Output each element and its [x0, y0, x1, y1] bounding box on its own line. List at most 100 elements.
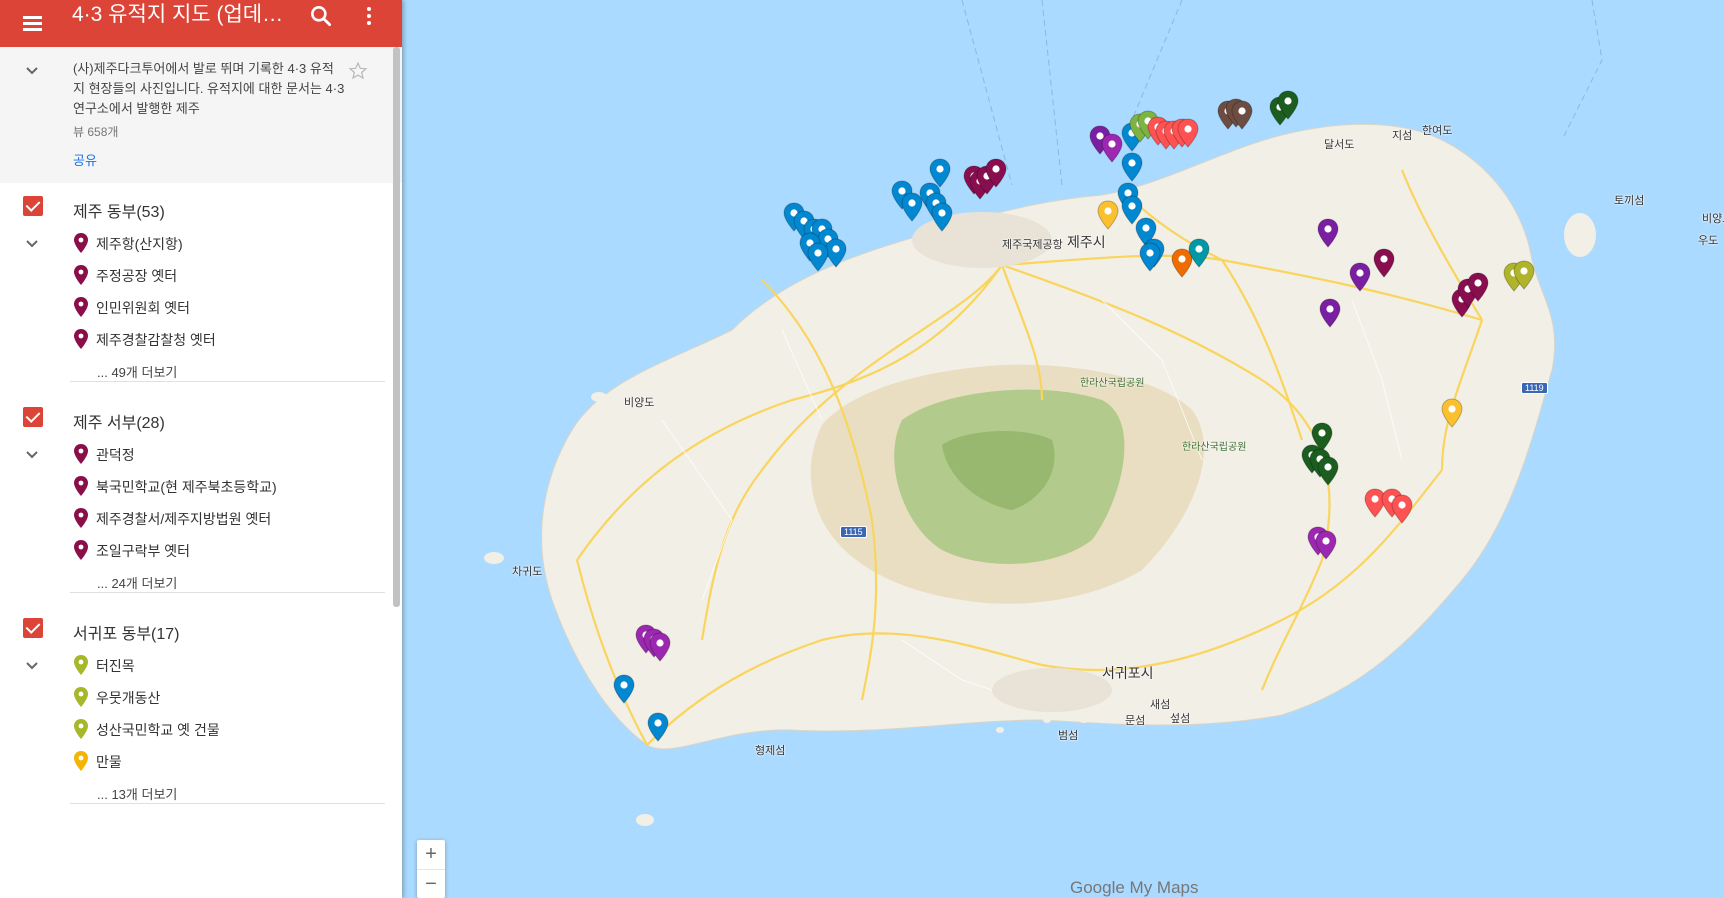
- road-number-shield: 1119: [1521, 382, 1548, 394]
- layer-title[interactable]: 제주 서부(28): [73, 409, 165, 433]
- map-place-label: 지섬: [1392, 130, 1413, 142]
- layer-item-label: 인민위원회 옛터: [96, 300, 191, 316]
- layer-divider: [70, 803, 385, 804]
- road-number-shield: 1115: [840, 526, 867, 538]
- map-place-label: 한라산국립공원: [1182, 442, 1247, 453]
- layer-item-label: 만물: [96, 754, 122, 770]
- map-marker-pin[interactable]: [1101, 133, 1123, 163]
- map-place-label: 차귀도: [512, 566, 543, 578]
- map-marker-pin[interactable]: [1139, 242, 1161, 272]
- chevron-down-icon[interactable]: [24, 658, 40, 674]
- map-title: 4·3 유적지 지도 (업데이…: [72, 3, 300, 26]
- share-link[interactable]: 공유: [73, 150, 97, 169]
- map-marker-pin[interactable]: [1391, 494, 1413, 524]
- map-place-label: 토끼섬: [1614, 195, 1645, 207]
- map-marker-pin[interactable]: [1349, 262, 1371, 292]
- map-marker-pin[interactable]: [1373, 248, 1395, 278]
- map-place-label: 우도: [1698, 235, 1719, 247]
- map-place-label: 제주국제공항: [1002, 239, 1063, 251]
- map-place-label: 서귀포시: [1102, 665, 1154, 681]
- map-marker-pin[interactable]: [1319, 298, 1341, 328]
- map-marker-pin[interactable]: [649, 632, 671, 662]
- map-canvas[interactable]: 제주국제공항 제주시 한라산국립공원 한라산국립공원 비양도 차귀도 형제섬 서귀포시 새섬 문섬…: [402, 0, 1724, 898]
- layer-item-label: 제주경찰서/제주지방법원 옛터: [96, 511, 272, 527]
- island-map: [484, 0, 1603, 826]
- layer-item-label: 북국민학교(현 제주북초등학교): [96, 479, 277, 495]
- map-marker-pin[interactable]: [1467, 272, 1489, 302]
- show-more-link[interactable]: ... 49개 더보기: [97, 362, 177, 381]
- show-more-link[interactable]: ... 24개 더보기: [97, 573, 177, 592]
- layer-item-label: 우뭇개동산: [96, 690, 161, 706]
- map-place-label: 한라산국립공원: [1080, 378, 1145, 389]
- map-place-label: 한여도: [1422, 125, 1453, 137]
- map-marker-pin[interactable]: [1231, 100, 1253, 130]
- layer-item-label: 제주항(산지항): [96, 236, 183, 252]
- zoom-in-button[interactable]: +: [417, 840, 445, 869]
- map-description: (사)제주다크투어에서 발로 뛰며 기록한 4·3 유적지 현장들의 사진입니다…: [0, 47, 402, 183]
- map-marker-pin[interactable]: [807, 242, 829, 272]
- place-marker-icon: [74, 297, 88, 317]
- layer-item-label: 터진목: [96, 658, 135, 674]
- map-place-label: 범섬: [1058, 730, 1079, 742]
- layer-checkbox[interactable]: [23, 618, 43, 638]
- layer-item-label: 조일구락부 옛터: [96, 543, 191, 559]
- layer-item-label: 제주경찰감찰청 옛터: [96, 332, 216, 348]
- panel-scrollbar[interactable]: [393, 47, 400, 607]
- top-bar: 4·3 유적지 지도 (업데이…: [0, 0, 402, 47]
- place-marker-icon: [74, 655, 88, 675]
- place-marker-icon: [74, 687, 88, 707]
- chevron-down-icon[interactable]: [24, 236, 40, 252]
- layer-item-label: 주정공장 옛터: [96, 268, 178, 284]
- map-marker-pin[interactable]: [1277, 90, 1299, 120]
- layer-item-label: 관덕정: [96, 447, 135, 463]
- map-marker-pin[interactable]: [985, 158, 1007, 188]
- map-place-label: 제주시: [1067, 234, 1106, 250]
- map-marker-pin[interactable]: [647, 712, 669, 742]
- place-marker-icon: [74, 476, 88, 496]
- map-marker-pin[interactable]: [1317, 218, 1339, 248]
- layer-title[interactable]: 서귀포 동부(17): [73, 620, 180, 644]
- star-icon[interactable]: [348, 61, 368, 81]
- map-marker-pin[interactable]: [1121, 152, 1143, 182]
- map-place-label: 비양도: [624, 397, 655, 409]
- map-marker-pin[interactable]: [1177, 118, 1199, 148]
- more-vert-icon[interactable]: [358, 4, 380, 30]
- map-place-label: 새섬: [1150, 699, 1171, 711]
- layer-divider: [70, 592, 385, 593]
- map-marker-pin[interactable]: [1513, 260, 1535, 290]
- google-my-maps-logo: Google My Maps: [1070, 878, 1199, 897]
- map-place-label: 비양도: [1702, 213, 1724, 225]
- map-marker-pin[interactable]: [1188, 238, 1210, 268]
- hamburger-menu-icon[interactable]: [19, 10, 47, 38]
- side-panel: 4·3 유적지 지도 (업데이… (사)제주다크투어에서 발로 뛰며 기록한 4…: [0, 0, 402, 898]
- chevron-down-icon[interactable]: [24, 63, 40, 79]
- place-marker-icon: [74, 444, 88, 464]
- description-text: (사)제주다크투어에서 발로 뛰며 기록한 4·3 유적지 현장들의 사진입니다…: [73, 61, 345, 116]
- chevron-down-icon[interactable]: [24, 447, 40, 463]
- map-marker-pin[interactable]: [1097, 200, 1119, 230]
- layer-checkbox[interactable]: [23, 196, 43, 216]
- place-marker-icon: [74, 233, 88, 253]
- layer-title[interactable]: 제주 동부(53): [73, 198, 165, 222]
- map-marker-pin[interactable]: [1317, 456, 1339, 486]
- map-marker-pin[interactable]: [1441, 398, 1463, 428]
- place-marker-icon: [74, 329, 88, 349]
- search-icon[interactable]: [308, 3, 334, 29]
- place-marker-icon: [74, 719, 88, 739]
- show-more-link[interactable]: ... 13개 더보기: [97, 784, 177, 803]
- zoom-out-button[interactable]: −: [417, 869, 445, 898]
- place-marker-icon: [74, 751, 88, 771]
- zoom-control: + −: [417, 840, 445, 898]
- map-marker-pin[interactable]: [1315, 530, 1337, 560]
- map-marker-pin[interactable]: [931, 202, 953, 232]
- map-place-label: 문섬: [1125, 715, 1146, 727]
- place-marker-icon: [74, 265, 88, 285]
- map-marker-pin[interactable]: [613, 674, 635, 704]
- place-marker-icon: [74, 540, 88, 560]
- view-count: 뷰 658개: [73, 125, 119, 139]
- layer-item-label: 성산국민학교 옛 건물: [96, 722, 220, 738]
- layer-checkbox[interactable]: [23, 407, 43, 427]
- layer-divider: [70, 381, 385, 382]
- place-marker-icon: [74, 508, 88, 528]
- map-place-label: 달서도: [1324, 139, 1355, 151]
